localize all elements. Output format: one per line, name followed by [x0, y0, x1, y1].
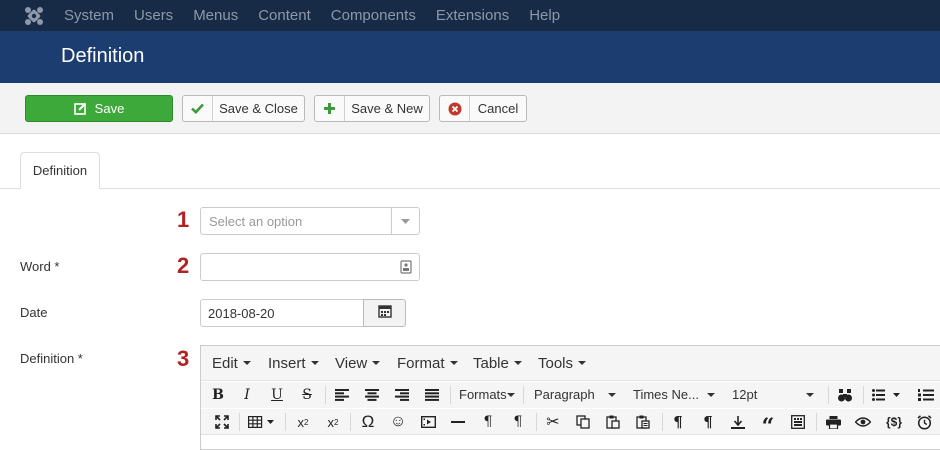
- fullscreen-icon[interactable]: [213, 412, 231, 432]
- save-new-button[interactable]: Save & New: [314, 95, 430, 122]
- toolbar-divider: [325, 386, 326, 404]
- nav-help[interactable]: Help: [529, 7, 560, 24]
- toolbar-divider: [350, 413, 351, 431]
- save-new-label: Save & New: [351, 101, 423, 116]
- ltr-direction-icon[interactable]: ¶: [479, 412, 497, 432]
- nav-content[interactable]: Content: [258, 7, 311, 24]
- toolbar-divider: [450, 386, 451, 404]
- cancel-circle-icon: [440, 96, 470, 121]
- editor-toolbar-row-2: x2 x2 Ω ☺ ¶ ¶ ✂ ¶ ¶ “ {$}: [201, 409, 940, 438]
- find-replace-icon[interactable]: [836, 385, 854, 405]
- toolbar-divider: [662, 413, 663, 431]
- editor-menu-view[interactable]: View: [335, 355, 380, 372]
- numbered-list-icon[interactable]: [917, 385, 935, 405]
- save-button[interactable]: Save: [25, 95, 173, 122]
- toolbar-divider: [863, 386, 864, 404]
- emoticons-icon[interactable]: ☺: [389, 412, 407, 432]
- date-field[interactable]: 2018-08-20: [200, 299, 364, 327]
- toolbar-divider: [816, 413, 817, 431]
- align-left-icon[interactable]: [333, 385, 351, 405]
- nav-extensions[interactable]: Extensions: [436, 7, 509, 24]
- password-manager-icon[interactable]: [400, 260, 412, 279]
- nav-users[interactable]: Users: [134, 7, 173, 24]
- editor-menu-edit[interactable]: Edit: [212, 355, 251, 372]
- nav-components[interactable]: Components: [331, 7, 416, 24]
- option-select[interactable]: Select an option: [200, 207, 420, 235]
- align-justify-icon[interactable]: [423, 385, 441, 405]
- nav-system[interactable]: System: [64, 7, 114, 24]
- font-size-dropdown[interactable]: 12pt: [732, 387, 814, 402]
- calendar-button[interactable]: [363, 299, 406, 327]
- preview-icon[interactable]: [854, 412, 872, 432]
- editor-menu-insert[interactable]: Insert: [268, 355, 319, 372]
- font-family-dropdown[interactable]: Times Ne...: [633, 387, 715, 402]
- joomla-logo-icon[interactable]: [20, 2, 48, 30]
- formats-dropdown[interactable]: Formats: [459, 387, 515, 402]
- media-icon[interactable]: [419, 412, 437, 432]
- cancel-button[interactable]: Cancel: [439, 95, 527, 122]
- toolbar-divider: [536, 413, 537, 431]
- annotation-marker-3: 3: [177, 346, 190, 371]
- check-icon: [183, 96, 213, 121]
- chevron-down-icon: [391, 208, 419, 234]
- insert-datetime-icon[interactable]: [915, 412, 933, 432]
- tab-definition[interactable]: Definition: [20, 152, 100, 189]
- editor-toolbar-row-1: B I U S Formats Paragraph Times Ne... 12…: [201, 382, 940, 408]
- align-right-icon[interactable]: [393, 385, 411, 405]
- cancel-label: Cancel: [477, 101, 519, 116]
- toolbar-divider: [828, 386, 829, 404]
- page-header: Definition: [0, 31, 940, 83]
- top-navigation: System Users Menus Content Components Ex…: [0, 0, 940, 31]
- underline-icon[interactable]: U: [269, 385, 285, 405]
- toolbar-divider: [239, 413, 240, 431]
- strikethrough-icon[interactable]: S: [299, 385, 315, 405]
- definition-label: Definition *: [20, 351, 83, 366]
- block-format-dropdown[interactable]: Paragraph: [534, 387, 616, 402]
- align-center-icon[interactable]: [363, 385, 381, 405]
- subscript-icon[interactable]: x2: [294, 412, 312, 432]
- nav-menus[interactable]: Menus: [193, 7, 238, 24]
- annotation-marker-2: 2: [177, 253, 190, 278]
- paste-icon[interactable]: [604, 412, 622, 432]
- bold-icon[interactable]: B: [210, 385, 226, 405]
- editor-menubar: Edit Insert View Format Table Tools: [201, 346, 940, 381]
- horizontal-rule-icon[interactable]: [449, 412, 467, 432]
- editor-menu-tools[interactable]: Tools: [538, 355, 586, 372]
- date-label: Date: [20, 305, 48, 320]
- superscript-icon[interactable]: x2: [324, 412, 342, 432]
- rich-text-editor[interactable]: Edit Insert View Format Table Tools B I …: [200, 345, 940, 450]
- word-field[interactable]: [200, 253, 420, 281]
- code-sample-icon[interactable]: {$}: [882, 412, 906, 432]
- word-label: Word *: [20, 259, 60, 274]
- table-icon[interactable]: [247, 412, 277, 432]
- plus-icon: [315, 96, 345, 121]
- toolbar-divider: [285, 413, 286, 431]
- edit-icon: [73, 96, 87, 121]
- bullet-list-icon[interactable]: [871, 385, 903, 405]
- select-placeholder: Select an option: [209, 213, 303, 229]
- visual-chars-icon[interactable]: ¶: [699, 412, 717, 432]
- cut-icon[interactable]: ✂: [544, 412, 562, 432]
- save-label: Save: [94, 101, 125, 116]
- editor-menu-format[interactable]: Format: [397, 355, 458, 372]
- page-title: Definition: [61, 45, 145, 67]
- toolbar-divider: [523, 386, 524, 404]
- tab-bar: Definition: [0, 152, 940, 189]
- special-character-icon[interactable]: Ω: [359, 412, 377, 432]
- action-toolbar: Save Save & Close Save & New Cancel: [0, 83, 940, 134]
- rtl-direction-icon[interactable]: ¶: [509, 412, 527, 432]
- paste-text-icon[interactable]: [634, 412, 652, 432]
- copy-icon[interactable]: [574, 412, 592, 432]
- save-close-label: Save & Close: [219, 101, 298, 116]
- blockquote-icon[interactable]: “: [759, 412, 777, 438]
- italic-icon[interactable]: I: [239, 385, 255, 405]
- template-icon[interactable]: [789, 412, 807, 432]
- show-blocks-icon[interactable]: ¶: [669, 412, 687, 432]
- print-icon[interactable]: [824, 412, 842, 432]
- calendar-icon: [377, 304, 392, 323]
- annotation-marker-1: 1: [177, 207, 190, 232]
- save-close-button[interactable]: Save & Close: [182, 95, 305, 122]
- editor-menu-table[interactable]: Table: [473, 355, 522, 372]
- insert-anchor-icon[interactable]: [729, 412, 747, 432]
